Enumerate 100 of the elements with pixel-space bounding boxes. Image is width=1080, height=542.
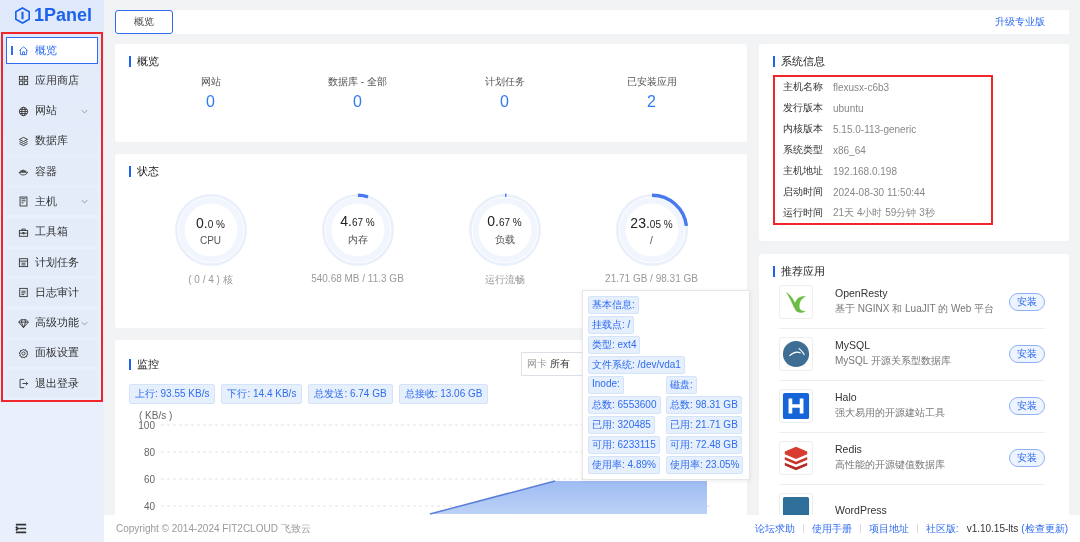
axis-unit-label: ( KB/s ) xyxy=(139,410,173,421)
info-label: 主机名称 xyxy=(783,80,824,94)
info-label: 启动时间 xyxy=(783,185,824,199)
settings-icon xyxy=(18,347,29,359)
info-tag: 总数: 6553600 xyxy=(588,396,661,414)
info-value: flexusx-c6b3 xyxy=(833,81,890,93)
app-name: WordPress xyxy=(835,503,888,515)
menu-item[interactable]: 主机 xyxy=(6,188,98,216)
app-description: MySQL 开源关系型数据库 xyxy=(835,354,952,368)
grid-icon xyxy=(18,75,29,87)
gauge-label: 负载 xyxy=(494,233,515,247)
info-value: x86_64 xyxy=(833,144,866,156)
info-label: 发行版本 xyxy=(783,101,824,115)
toolbox-icon xyxy=(18,226,29,238)
calendar-icon xyxy=(18,257,29,269)
document-icon xyxy=(18,287,29,299)
gauge-label: / xyxy=(650,234,653,246)
install-button[interactable]: 安装 xyxy=(1009,292,1045,311)
stat-label: 网站 xyxy=(200,75,221,89)
menu-item[interactable]: 面板设置 xyxy=(6,339,98,367)
info-label: 主机地址 xyxy=(783,164,824,178)
whale-icon xyxy=(18,166,29,178)
layers-icon xyxy=(18,135,29,147)
database-logo-icon xyxy=(779,336,813,371)
card-title: 监控 xyxy=(129,358,159,370)
info-tag: 挂载点: / xyxy=(588,316,635,334)
leaf-logo-icon xyxy=(779,284,813,319)
info-value: ubuntu xyxy=(833,102,864,114)
stat-value[interactable]: 2 xyxy=(647,93,656,111)
menu-item[interactable]: 日志审计 xyxy=(6,279,98,307)
version-text: v1.10.15-lts xyxy=(966,523,1019,534)
menu-item[interactable]: 计划任务 xyxy=(6,249,98,277)
info-tag: 类型: ext4 xyxy=(588,336,641,354)
upgrade-link[interactable]: 升级专业版 xyxy=(995,15,1045,29)
info-tag: 基本信息: xyxy=(588,296,639,314)
info-label: 系统类型 xyxy=(783,143,824,157)
stat-value[interactable]: 0 xyxy=(500,93,509,111)
copyright-text: Copyright © 2014-2024 FIT2CLOUD 飞致云 xyxy=(116,521,311,536)
chevron-down-icon xyxy=(81,108,88,114)
info-tag: 文件系统: /dev/vda1 xyxy=(588,356,685,374)
info-tag: 使用率: 4.89% xyxy=(588,456,660,474)
info-tag: 已用: 21.71 GB xyxy=(666,416,742,434)
stat-tag: 总接收: 13.06 GB xyxy=(398,384,489,404)
footer-link[interactable]: 项目地址 xyxy=(868,521,909,536)
gauge-value: 0.0 % xyxy=(196,214,225,231)
gauge-detail: 运行流畅 xyxy=(484,273,525,287)
gauge-detail: ( 0 / 4 ) 核 xyxy=(188,273,233,287)
stat-tag: 上行: 93.55 KB/s xyxy=(129,384,216,404)
card-title: 概览 xyxy=(129,56,733,67)
menu-icon[interactable] xyxy=(15,522,27,534)
info-value: 21天 4小时 59分钟 3秒 xyxy=(833,206,935,220)
menu-item[interactable]: 工具箱 xyxy=(6,218,98,246)
info-value: 5.15.0-113-generic xyxy=(833,123,917,135)
info-tag: 磁盘: xyxy=(666,376,697,394)
install-button[interactable]: 安装 xyxy=(1009,448,1045,467)
info-value: 2024-08-30 11:50:44 xyxy=(833,186,926,198)
chevron-down-icon xyxy=(81,320,88,326)
gauge-detail: 540.68 MB / 11.3 GB xyxy=(311,273,404,284)
menu-item[interactable]: 高级功能 xyxy=(6,309,98,337)
gauge-label: CPU xyxy=(199,234,222,246)
page-tab[interactable]: 概览 xyxy=(115,10,173,34)
edition-link[interactable]: 社区版: xyxy=(925,521,959,536)
server-icon xyxy=(18,196,29,208)
stat-label: 计划任务 xyxy=(484,75,525,89)
stack-logo-icon xyxy=(779,440,813,475)
install-button[interactable]: 安装 xyxy=(1009,344,1045,363)
stat-value[interactable]: 0 xyxy=(353,93,362,111)
stat-value[interactable]: 0 xyxy=(206,93,215,111)
gauge-value: 23.05 % xyxy=(630,214,673,231)
app-description: 高性能的开源键值数据库 xyxy=(835,458,946,472)
info-tag: 可用: 72.48 GB xyxy=(666,436,742,454)
app-name: MySQL xyxy=(835,339,871,351)
app-description: 强大易用的开源建站工具 xyxy=(835,406,946,420)
globe-icon xyxy=(18,105,29,117)
info-tag: 已用: 320485 xyxy=(588,416,655,434)
gauge-detail: 21.71 GB / 98.31 GB xyxy=(605,273,698,284)
info-tag: 使用率: 23.05% xyxy=(666,456,744,474)
footer-link[interactable]: 论坛求助 xyxy=(754,521,795,536)
chevron-down-icon xyxy=(81,199,88,205)
stat-tag: 总发送: 6.74 GB xyxy=(308,384,393,404)
menu-item[interactable]: 概览 xyxy=(6,37,98,64)
tick-label: 40 xyxy=(143,501,155,512)
info-value: 192.168.0.198 xyxy=(833,165,897,177)
install-button[interactable]: 安装 xyxy=(1009,396,1045,415)
info-tag: 可用: 6233115 xyxy=(588,436,660,454)
card-title: 推荐应用 xyxy=(773,266,1055,277)
brand-name: 1Panel xyxy=(34,4,93,26)
update-link[interactable]: (检查更新) xyxy=(1021,521,1068,536)
app-name: OpenResty xyxy=(835,287,889,299)
tick-label: 80 xyxy=(143,447,155,458)
info-label: 内核版本 xyxy=(783,122,824,136)
hexagon-logo-icon xyxy=(15,6,30,24)
diamond-icon xyxy=(18,317,29,329)
footer-link[interactable]: 使用手册 xyxy=(811,521,852,536)
gauge-label: 内存 xyxy=(347,233,368,247)
menu-item[interactable]: 退出登录 xyxy=(6,370,98,398)
logout-icon xyxy=(18,378,29,390)
gauge-value: 4.67 % xyxy=(340,213,375,229)
app-name: Halo xyxy=(835,391,858,403)
tick-label: 100 xyxy=(138,420,155,431)
